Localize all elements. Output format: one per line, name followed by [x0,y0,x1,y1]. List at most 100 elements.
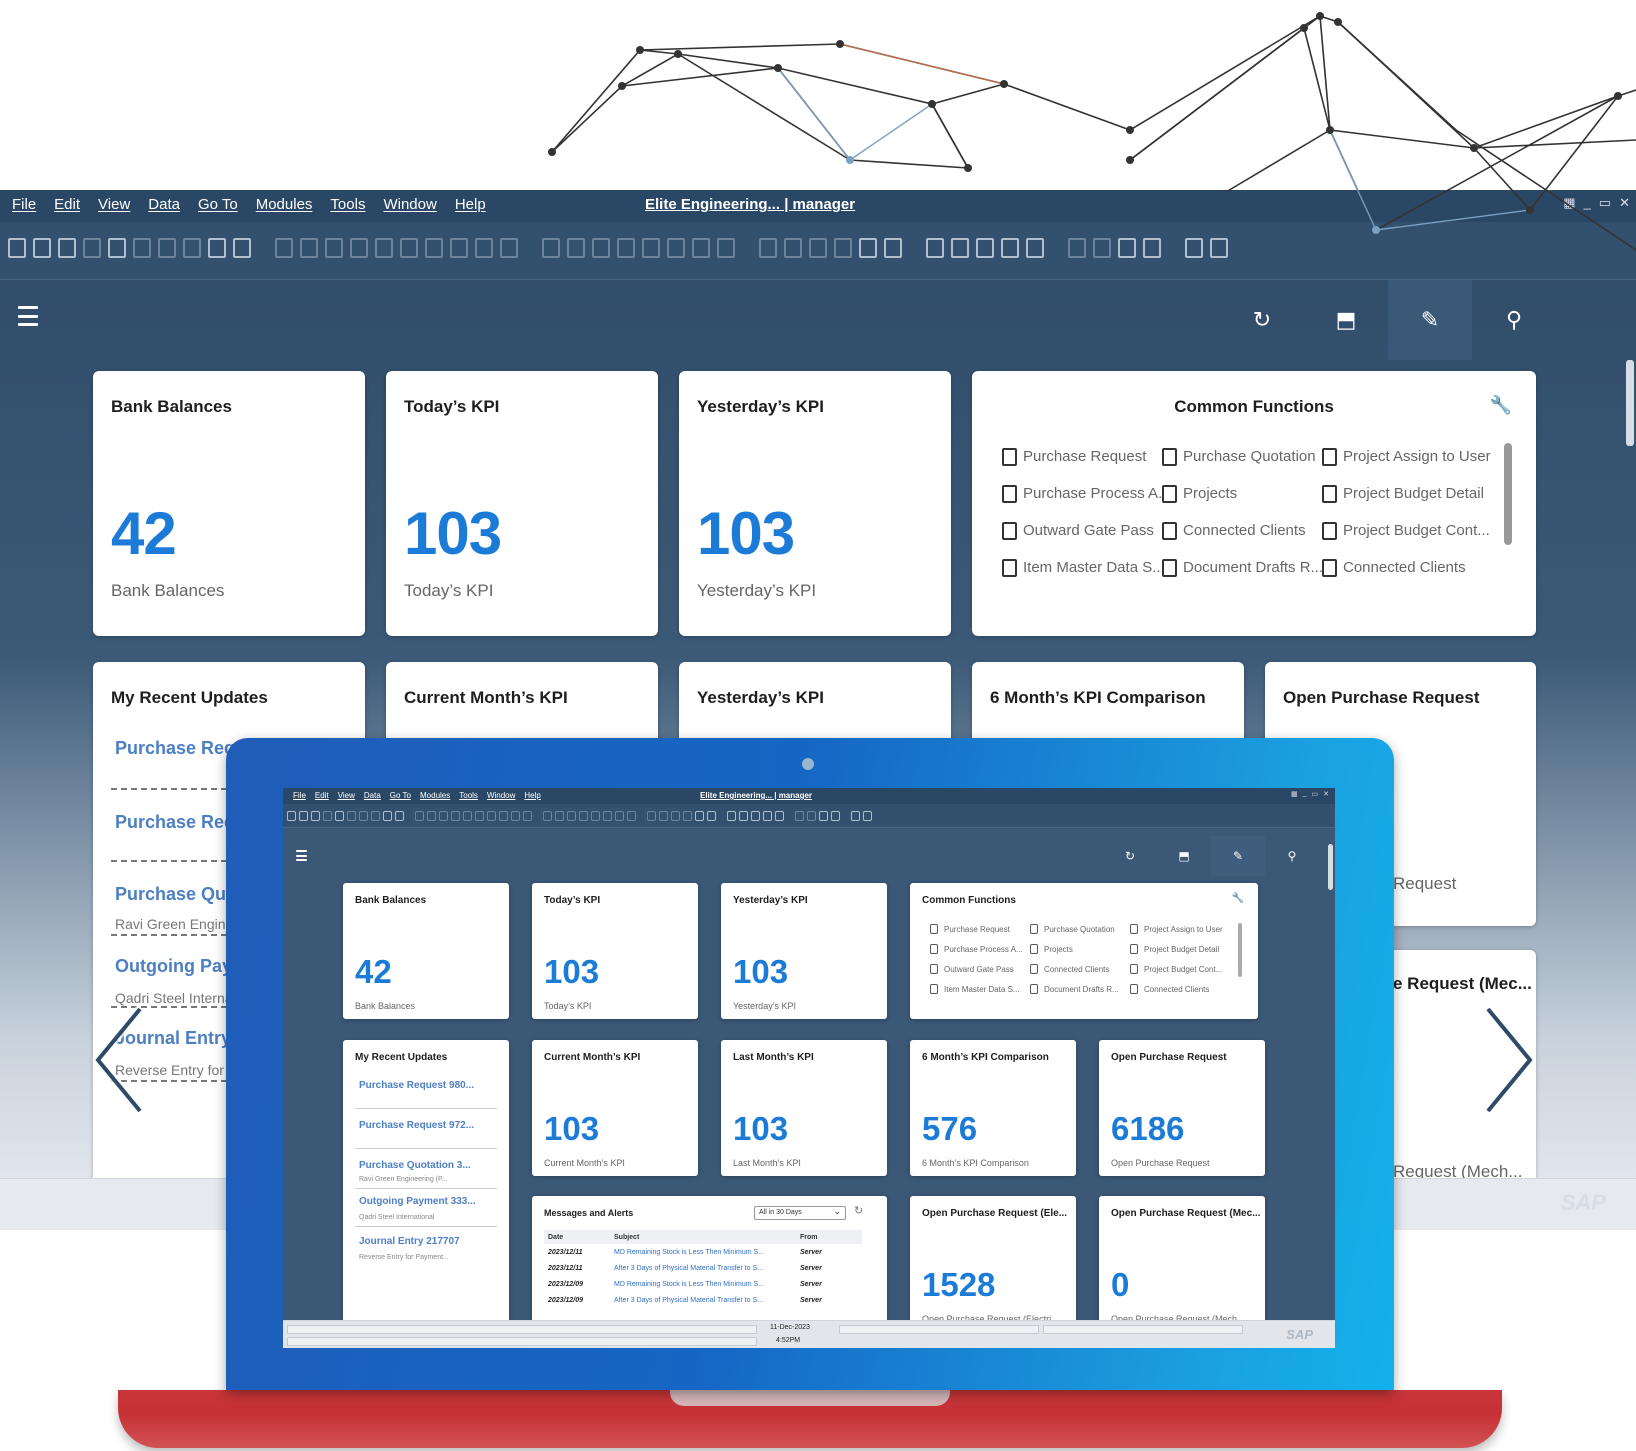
wrench-icon[interactable]: 🔧 [1490,395,1512,416]
carousel-next-arrow-icon[interactable] [1468,1005,1538,1115]
toolbar-button-icon[interactable] [475,238,493,258]
table-row[interactable]: 2023/12/11 MD Remaining Stock is Less Th… [544,1244,862,1260]
menu-help[interactable]: Help [455,196,486,213]
common-function-item[interactable]: Purchase Request [930,923,1030,935]
toolbar-button-icon[interactable] [450,238,468,258]
close-icon[interactable]: ✕ [1619,195,1630,211]
column-header-subject[interactable]: Subject [610,1230,796,1244]
toolbar-button-icon[interactable] [759,238,777,258]
toolbar-button-icon[interactable] [511,811,520,821]
toolbar-button-icon[interactable] [751,811,760,821]
search-icon[interactable]: ⚲ [1265,836,1319,876]
carousel-prev-arrow-icon[interactable] [90,1005,160,1115]
toolbar-button-icon[interactable] [579,811,588,821]
cube-icon[interactable]: ⬒ [1304,280,1388,360]
toolbar-button-icon[interactable] [133,238,151,258]
toolbar-button-icon[interactable] [275,238,293,258]
toolbar-button-icon[interactable] [671,811,680,821]
toolbar-button-icon[interactable] [863,811,872,821]
toolbar-button-icon[interactable] [1093,238,1111,258]
table-row[interactable]: 2023/12/09 MD Remaining Stock is Less Th… [544,1276,862,1292]
menu-tools[interactable]: Tools [330,196,365,213]
toolbar-button-icon[interactable] [603,811,612,821]
toolbar-button-icon[interactable] [775,811,784,821]
toolbar-button-icon[interactable] [567,811,576,821]
toolbar-button-icon[interactable] [347,811,356,821]
common-function-item[interactable]: Project Budget Cont... [1130,963,1240,975]
common-function-item[interactable]: Purchase Request [1002,447,1162,466]
toolbar-button-icon[interactable] [659,811,668,821]
toolbar-button-icon[interactable] [183,238,201,258]
toolbar-button-icon[interactable] [395,811,404,821]
refresh-icon[interactable]: ↻ [1103,836,1157,876]
tile-bank-balances[interactable]: Bank Balances 42 Bank Balances [93,371,365,636]
common-function-item[interactable]: Outward Gate Pass [1002,521,1162,540]
common-function-item[interactable]: Project Budget Cont... [1322,521,1502,540]
common-function-item[interactable]: Document Drafts R... [1030,983,1130,995]
scrollbar-thumb[interactable] [1626,360,1634,446]
common-function-item[interactable]: Project Assign to User [1322,447,1502,466]
common-function-item[interactable]: Item Master Data S... [930,983,1030,995]
common-functions-scrollbar[interactable] [1238,923,1242,977]
minimize-icon[interactable]: _ [1584,195,1591,211]
toolbar-button-icon[interactable] [851,811,860,821]
edit-pencil-icon[interactable]: ✎ [1211,836,1265,876]
menu-file[interactable]: File [293,791,306,800]
menu-modules[interactable]: Modules [420,791,450,800]
toolbar-button-icon[interactable] [809,238,827,258]
toolbar-button-icon[interactable] [567,238,585,258]
restore-layout-icon[interactable]: ▦ [1563,195,1575,211]
toolbar-button-icon[interactable] [323,811,332,821]
toolbar-button-icon[interactable] [371,811,380,821]
toolbar-button-icon[interactable] [692,238,710,258]
tile-open-pr-mech[interactable]: Open Purchase Request (Mec... 0 Open Pur… [1099,1196,1265,1336]
toolbar-button-icon[interactable] [415,811,424,821]
common-function-item[interactable]: Connected Clients [1130,983,1240,995]
tile-six-month-comparison[interactable]: 6 Month’s KPI Comparison 576 6 Month’s K… [910,1040,1076,1176]
column-header-from[interactable]: From [796,1230,862,1244]
message-subject[interactable]: After 3 Days of Physical Material Transf… [610,1292,796,1308]
toolbar-button-icon[interactable] [831,811,840,821]
common-function-item[interactable]: Purchase Process A... [1002,484,1162,503]
toolbar-button-icon[interactable] [647,811,656,821]
toolbar-button-icon[interactable] [108,238,126,258]
toolbar-button-icon[interactable] [784,238,802,258]
common-function-item[interactable]: Connected Clients [1030,963,1130,975]
common-function-item[interactable]: Purchase Quotation [1030,923,1130,935]
message-subject[interactable]: MD Remaining Stock is Less Then Minimum … [610,1244,796,1260]
tile-open-pr-elec[interactable]: Open Purchase Request (Ele... 1528 Open … [910,1196,1076,1336]
hamburger-menu-icon[interactable] [18,306,38,326]
toolbar-button-icon[interactable] [951,238,969,258]
toolbar-button-icon[interactable] [451,811,460,821]
toolbar-button-icon[interactable] [976,238,994,258]
toolbar-button-icon[interactable] [819,811,828,821]
table-row[interactable]: 2023/12/11 After 3 Days of Physical Mate… [544,1260,862,1276]
menu-edit[interactable]: Edit [54,196,80,213]
toolbar-button-icon[interactable] [208,238,226,258]
search-icon[interactable]: ⚲ [1472,280,1556,360]
common-function-item[interactable]: Outward Gate Pass [930,963,1030,975]
menu-goto[interactable]: Go To [390,791,411,800]
menu-data[interactable]: Data [364,791,381,800]
toolbar-button-icon[interactable] [383,811,392,821]
toolbar-button-icon[interactable] [763,811,772,821]
recent-update-link[interactable]: Journal Entry 217707 [359,1236,460,1247]
menu-data[interactable]: Data [148,196,180,213]
toolbar-button-icon[interactable] [300,238,318,258]
toolbar-button-icon[interactable] [475,811,484,821]
toolbar-button-icon[interactable] [287,811,296,821]
common-function-item[interactable]: Document Drafts R... [1162,558,1322,577]
toolbar-button-icon[interactable] [499,811,508,821]
common-function-item[interactable]: Project Budget Detail [1322,484,1502,503]
wrench-icon[interactable]: 🔧 [1232,893,1244,904]
period-filter-select[interactable]: All in 30 Days [754,1206,846,1220]
toolbar-button-icon[interactable] [1001,238,1019,258]
toolbar-button-icon[interactable] [1210,238,1228,258]
toolbar-button-icon[interactable] [523,811,532,821]
common-function-item[interactable]: Item Master Data S... [1002,558,1162,577]
toolbar-button-icon[interactable] [1118,238,1136,258]
toolbar-button-icon[interactable] [627,811,636,821]
recent-update-link[interactable]: Outgoing Payment 333... [359,1196,476,1207]
toolbar-button-icon[interactable] [615,811,624,821]
menu-modules[interactable]: Modules [256,196,313,213]
